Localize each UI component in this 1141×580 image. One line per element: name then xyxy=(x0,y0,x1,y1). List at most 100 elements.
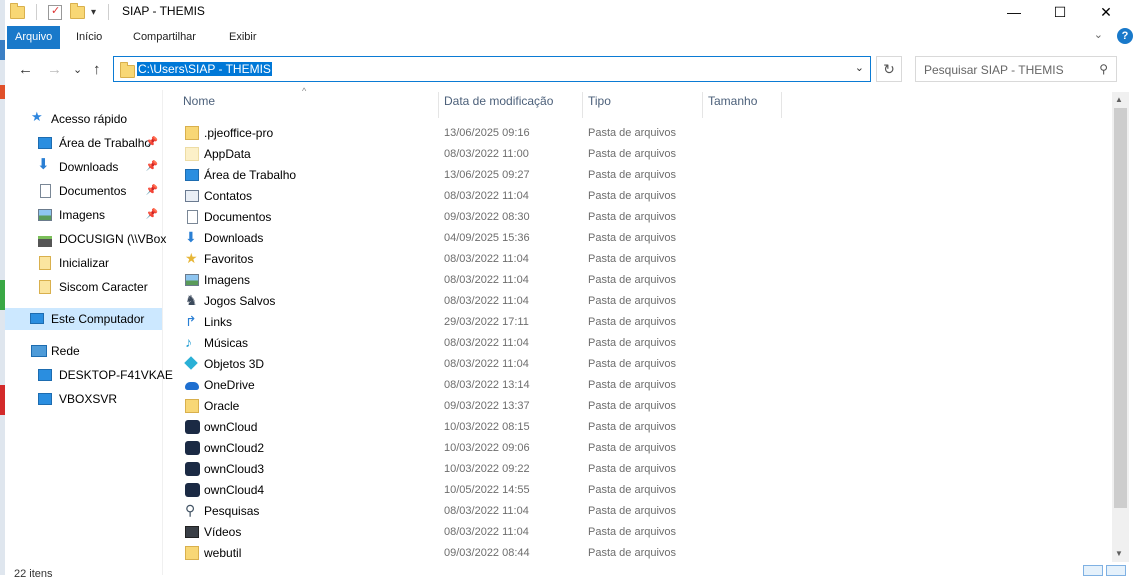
file-row[interactable]: ★ Favoritos 08/03/2022 11:04 Pasta de arqui… xyxy=(180,249,1110,270)
file-row[interactable]: ownCloud3 10/03/2022 09:22 Pasta de arquiv… xyxy=(180,459,1110,480)
help-icon[interactable]: ? xyxy=(1117,28,1133,44)
file-row[interactable]: ♞ Jogos Salvos 08/03/2022 11:04 Pasta de ar… xyxy=(180,291,1110,312)
up-button[interactable]: ↑ xyxy=(93,61,101,78)
tab-arquivo[interactable]: Arquivo xyxy=(7,26,61,49)
tab-inicio[interactable]: Início xyxy=(68,26,110,49)
file-row[interactable]: AppData 08/03/2022 11:00 Pasta de arquivos xyxy=(180,144,1110,165)
sidebar-quick-access[interactable]: ★ Acesso rápido xyxy=(5,108,162,130)
pictures-icon xyxy=(38,209,52,221)
file-row[interactable]: Contatos 08/03/2022 11:04 Pasta de arquivo… xyxy=(180,186,1110,207)
maximize-button[interactable]: ☐ xyxy=(1037,0,1083,24)
file-row[interactable]: ⬇ Downloads 04/09/2025 15:36 Pasta de arqui… xyxy=(180,228,1110,249)
file-row[interactable]: ↱ Links 29/03/2022 17:11 Pasta de arquivos xyxy=(180,312,1110,333)
file-type: Pasta de arquivos xyxy=(588,190,677,202)
desktop-icon xyxy=(185,169,199,181)
search-box[interactable]: Pesquisar SIAP - THEMIS ⚲ xyxy=(915,56,1117,82)
file-type: Pasta de arquivos xyxy=(588,148,677,160)
file-name: .pjeoffice-pro xyxy=(204,126,274,140)
scroll-down-icon[interactable]: ▼ xyxy=(1115,549,1123,558)
file-date: 13/06/2025 09:27 xyxy=(444,169,530,181)
file-row[interactable]: .pjeoffice-pro 13/06/2025 09:16 Pasta de a… xyxy=(180,123,1110,144)
expand-ribbon-icon[interactable]: ⌄ xyxy=(1094,28,1103,41)
file-date: 08/03/2022 11:04 xyxy=(444,274,529,286)
column-header-date[interactable]: Data de modificação xyxy=(438,92,584,118)
properties-icon[interactable]: ✓ xyxy=(48,3,62,21)
file-row[interactable]: webutil 09/03/2022 08:44 Pasta de arquivos xyxy=(180,543,1110,564)
file-type: Pasta de arquivos xyxy=(588,358,677,370)
downloads-icon: ⬇ xyxy=(185,229,197,245)
column-header-type[interactable]: Tipo xyxy=(582,92,698,118)
file-name: Objetos 3D xyxy=(204,357,265,371)
address-folder-icon xyxy=(120,62,135,78)
computer-icon xyxy=(38,369,52,381)
sidebar-item-area-de-trabalho[interactable]: Área de Trabalho 📌 xyxy=(5,132,162,154)
details-view-icon[interactable] xyxy=(1083,565,1103,576)
file-name: Vídeos xyxy=(204,525,242,539)
file-row[interactable]: Imagens 08/03/2022 11:04 Pasta de arquivos xyxy=(180,270,1110,291)
file-date: 09/03/2022 13:37 xyxy=(444,400,530,412)
videos-icon xyxy=(185,526,199,538)
star-icon: ★ xyxy=(31,109,43,124)
file-row[interactable]: Oracle 09/03/2022 13:37 Pasta de arquivos xyxy=(180,396,1110,417)
file-type: Pasta de arquivos xyxy=(588,253,677,265)
file-date: 08/03/2022 13:14 xyxy=(444,379,530,391)
file-type: Pasta de arquivos xyxy=(588,421,677,433)
pin-icon: 📌 xyxy=(145,161,158,172)
file-type: Pasta de arquivos xyxy=(588,316,677,328)
sidebar-item-inicializar[interactable]: Inicializar xyxy=(5,252,162,274)
tab-compartilhar[interactable]: Compartilhar xyxy=(125,26,204,49)
file-type: Pasta de arquivos xyxy=(588,547,677,559)
file-date: 08/03/2022 11:00 xyxy=(444,148,529,160)
file-row[interactable]: ownCloud2 10/03/2022 09:06 Pasta de arquiv… xyxy=(180,438,1110,459)
file-row[interactable]: Vídeos 08/03/2022 11:04 Pasta de arquivos xyxy=(180,522,1110,543)
file-row[interactable]: Documentos 09/03/2022 08:30 Pasta de arqui… xyxy=(180,207,1110,228)
folder-icon xyxy=(39,256,51,270)
scrollbar-thumb[interactable] xyxy=(1114,108,1127,508)
sidebar-item-vboxsvr[interactable]: VBOXSVR xyxy=(5,388,162,410)
file-date: 08/03/2022 11:04 xyxy=(444,295,529,307)
sidebar-item-imagens[interactable]: Imagens 📌 xyxy=(5,204,162,226)
refresh-button[interactable]: ↻ xyxy=(876,56,902,82)
recent-locations-icon[interactable]: ⌄ xyxy=(73,63,82,76)
objects-3d-icon xyxy=(184,356,198,370)
forward-button[interactable]: → xyxy=(47,61,62,78)
address-text[interactable]: C:\Users\SIAP - THEMIS xyxy=(137,62,272,76)
file-row[interactable]: OneDrive 08/03/2022 13:14 Pasta de arquivo… xyxy=(180,375,1110,396)
sidebar-item-siscom-caracter[interactable]: Siscom Caracter xyxy=(5,276,162,298)
new-folder-icon[interactable] xyxy=(70,2,85,21)
sidebar-network[interactable]: Rede xyxy=(5,340,162,362)
file-row[interactable]: ⚲ Pesquisas 08/03/2022 11:04 Pasta de arqui… xyxy=(180,501,1110,522)
address-bar[interactable]: C:\Users\SIAP - THEMIS ⌄ xyxy=(113,56,871,82)
file-type: Pasta de arquivos xyxy=(588,400,677,412)
back-button[interactable]: ← xyxy=(18,61,33,78)
close-button[interactable]: ✕ xyxy=(1083,0,1129,24)
file-row[interactable]: ♪ Músicas 08/03/2022 11:04 Pasta de arquivo… xyxy=(180,333,1110,354)
qa-customize-icon[interactable]: ▾ xyxy=(91,3,96,21)
minimize-button[interactable]: — xyxy=(991,0,1037,24)
address-dropdown-icon[interactable]: ⌄ xyxy=(855,61,864,74)
file-row[interactable]: ownCloud 10/03/2022 08:15 Pasta de arquivo… xyxy=(180,417,1110,438)
search-icon[interactable]: ⚲ xyxy=(1099,62,1108,76)
file-type: Pasta de arquivos xyxy=(588,169,677,181)
sidebar-item-documentos[interactable]: Documentos 📌 xyxy=(5,180,162,202)
file-name: Imagens xyxy=(204,273,251,287)
scroll-up-icon[interactable]: ▲ xyxy=(1115,95,1123,104)
file-date: 10/03/2022 08:15 xyxy=(444,421,530,433)
column-header-size[interactable]: Tamanho xyxy=(702,92,782,118)
owncloud-icon xyxy=(185,420,200,434)
onedrive-icon xyxy=(185,382,199,390)
file-date: 04/09/2025 15:36 xyxy=(444,232,530,244)
sidebar-item-docusign[interactable]: DOCUSIGN (\\VBox xyxy=(5,228,166,250)
sidebar-this-pc[interactable]: Este Computador xyxy=(5,308,162,330)
owncloud-icon xyxy=(185,483,200,497)
column-header-name[interactable]: Nome xyxy=(183,94,438,116)
file-row[interactable]: Objetos 3D 08/03/2022 11:04 Pasta de arqui… xyxy=(180,354,1110,375)
large-icons-view-icon[interactable] xyxy=(1106,565,1126,576)
file-row[interactable]: ownCloud4 10/05/2022 14:55 Pasta de arquiv… xyxy=(180,480,1110,501)
file-name: Jogos Salvos xyxy=(204,294,276,308)
file-row[interactable]: Área de Trabalho 13/06/2025 09:27 Pasta de… xyxy=(180,165,1110,186)
sidebar-item-downloads[interactable]: ⬇ Downloads 📌 xyxy=(5,156,162,178)
tab-exibir[interactable]: Exibir xyxy=(221,26,265,49)
navigation-bar: ← → ⌄ ↑ C:\Users\SIAP - THEMIS ⌄ ↻ Pesqu… xyxy=(5,50,1141,90)
sidebar-item-desktop-f41vkae[interactable]: DESKTOP-F41VKAE xyxy=(5,364,173,386)
